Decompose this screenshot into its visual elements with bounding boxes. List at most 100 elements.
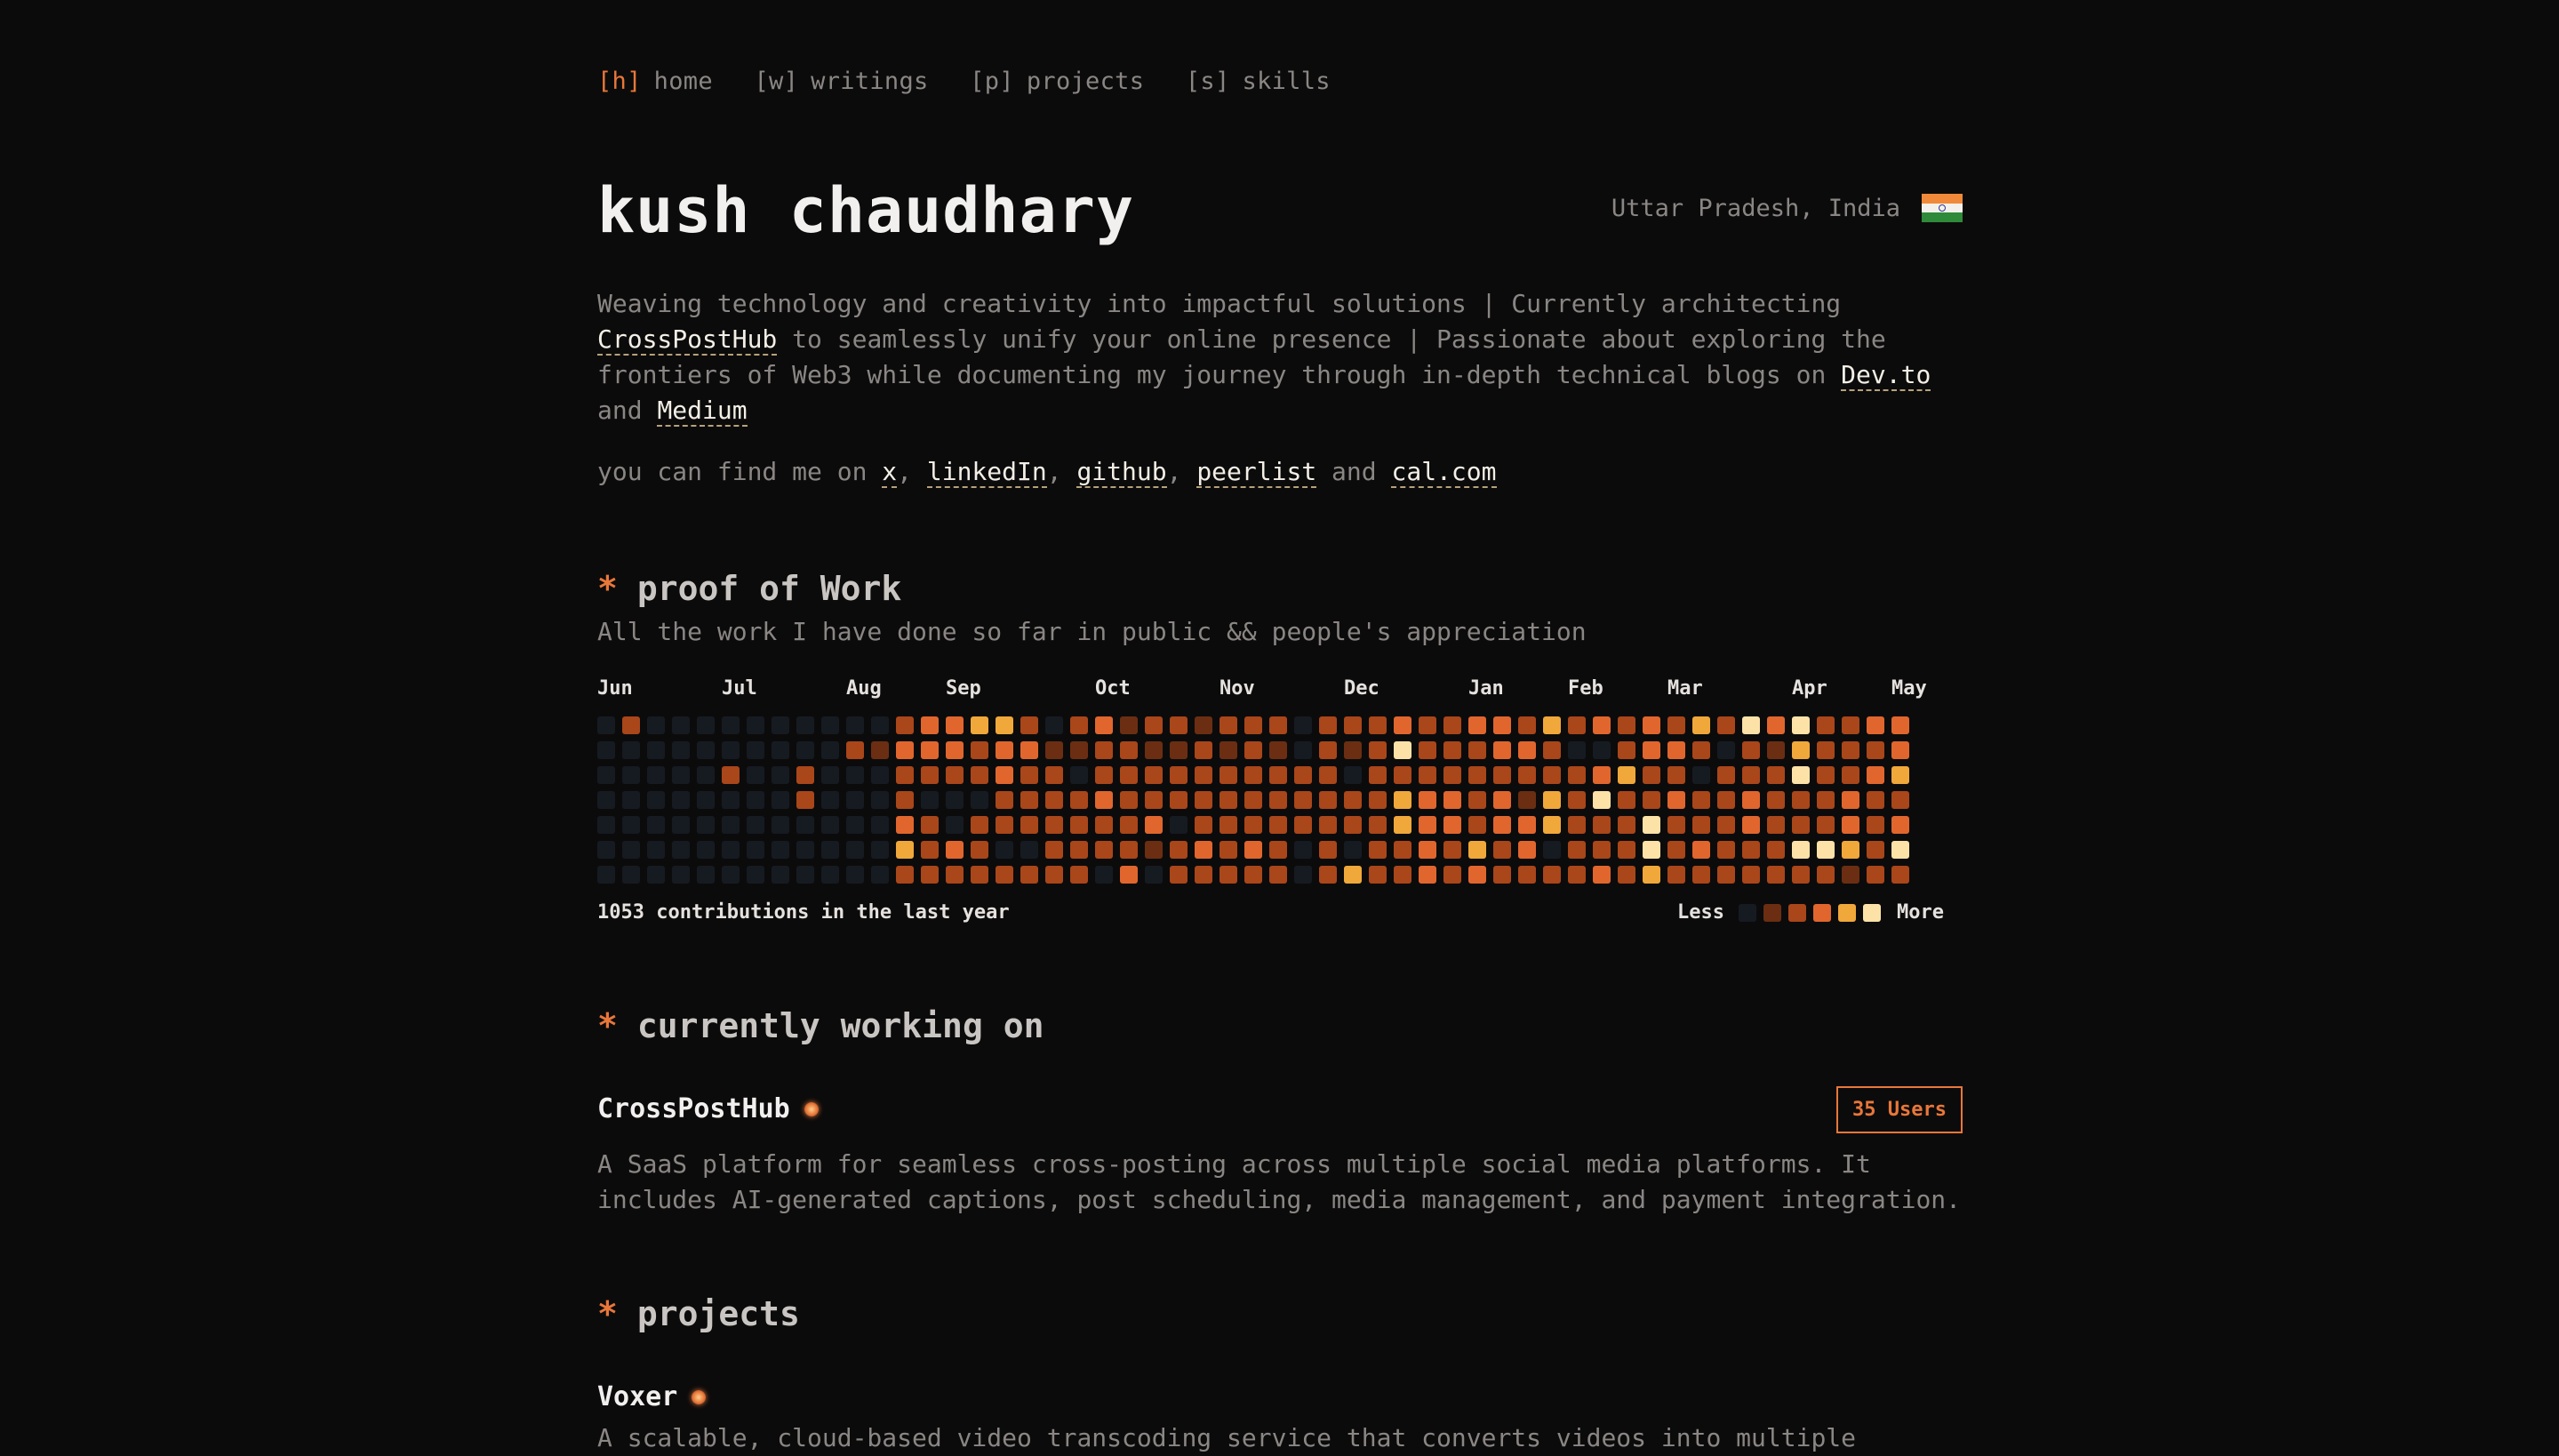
calcom-link[interactable]: cal.com [1391,457,1497,488]
crossposthub-link[interactable]: CrossPostHub [597,324,778,356]
contribution-cell [1543,816,1561,834]
contribution-cell [921,741,939,759]
nav-writings[interactable]: [w] writings [754,68,928,95]
contribution-cell [1543,841,1561,859]
x-link[interactable]: x [882,457,898,488]
contribution-cell [622,716,640,734]
contribution-cell [1145,766,1163,784]
contribution-cell [647,841,665,859]
contribution-cell [1568,716,1586,734]
contribution-cell [1742,816,1760,834]
contribution-cell [946,716,964,734]
contribution-cell [921,716,939,734]
contribution-cell [1468,841,1486,859]
contribution-cell [1692,741,1710,759]
contribution-cell [1867,741,1884,759]
contribution-cell [1717,716,1735,734]
contribution-cell [622,816,640,834]
contribution-cell [1493,716,1511,734]
contribution-cell [1692,791,1710,809]
legend-swatch [1787,903,1806,922]
contribution-cell [1792,816,1810,834]
project-title-voxer[interactable]: Voxer [597,1381,707,1412]
contribution-cell [1742,716,1760,734]
github-link[interactable]: github [1076,457,1167,488]
contribution-cell [871,791,889,809]
contribution-cell [1543,741,1561,759]
contribution-cell [1170,866,1188,884]
contribution-cell [1419,716,1436,734]
medium-link[interactable]: Medium [657,396,748,427]
contribution-cell [796,841,814,859]
contribution-cell [672,766,690,784]
legend-swatch [1812,903,1831,922]
contribution-cell [1319,716,1337,734]
contribution-cell [1692,816,1710,834]
profile-name: kush chaudhary [597,174,1135,247]
contribution-cell [1120,841,1138,859]
contribution-cell [921,791,939,809]
separator: , [897,457,927,486]
contribution-cell [896,816,914,834]
contribution-cell [821,791,839,809]
nav-skills[interactable]: [s] skills [1186,68,1331,95]
contribution-cell [1568,791,1586,809]
contribution-cell [1493,816,1511,834]
contribution-cell [1468,791,1486,809]
bio: Weaving technology and creativity into i… [597,286,1963,428]
peerlist-link[interactable]: peerlist [1196,457,1317,488]
contribution-cell [846,741,864,759]
contribution-cell [896,741,914,759]
contribution-cell [871,816,889,834]
proof-subheading: All the work I have done so far in publi… [597,617,1587,646]
nav-home[interactable]: [h] home [597,68,713,95]
contribution-cell [1344,766,1362,784]
contribution-cell [1020,866,1038,884]
contribution-cell [1792,716,1810,734]
separator: , [1046,457,1077,486]
contribution-cell [1220,716,1237,734]
contribution-cell [622,766,640,784]
contribution-cell [1244,791,1262,809]
contribution-cell [1220,841,1237,859]
legend-more: More [1896,901,1944,924]
contribution-cell [1020,841,1038,859]
contribution-cell [796,716,814,734]
nav-key: [h] [597,68,642,95]
contribution-cell [647,716,665,734]
linkedin-link[interactable]: linkedIn [926,457,1047,488]
contribution-cell [1468,716,1486,734]
month-label: Feb [1568,677,1603,700]
contribution-cell [722,841,740,859]
contribution-cell [622,866,640,884]
month-label: Nov [1220,677,1255,700]
contribution-cell [1419,816,1436,834]
contribution-cell [1568,766,1586,784]
contribution-cell [772,766,789,784]
contribution-cell [1867,841,1884,859]
contribution-cell [722,791,740,809]
contribution-cell [796,816,814,834]
contribution-cell [1170,716,1188,734]
devto-link[interactable]: Dev.to [1841,360,1931,391]
current-project-title[interactable]: CrossPostHub [597,1093,819,1124]
contribution-cell [946,766,964,784]
contribution-cell [747,716,764,734]
contribution-cell [1518,791,1536,809]
contribution-cell [796,741,814,759]
contribution-cell [1195,841,1212,859]
contribution-cell [1618,791,1635,809]
nav-projects[interactable]: [p] projects [970,68,1144,95]
contribution-cell [1618,766,1635,784]
contribution-cell [722,766,740,784]
contribution-cell [747,791,764,809]
contribution-cell [622,741,640,759]
contribution-cell [1792,841,1810,859]
contribution-cell [996,716,1013,734]
contribution-cell [722,816,740,834]
contribution-cell [1369,766,1387,784]
contribution-cell [1468,766,1486,784]
contribution-cell [1120,741,1138,759]
contribution-cell [846,766,864,784]
contribution-cell [1867,791,1884,809]
